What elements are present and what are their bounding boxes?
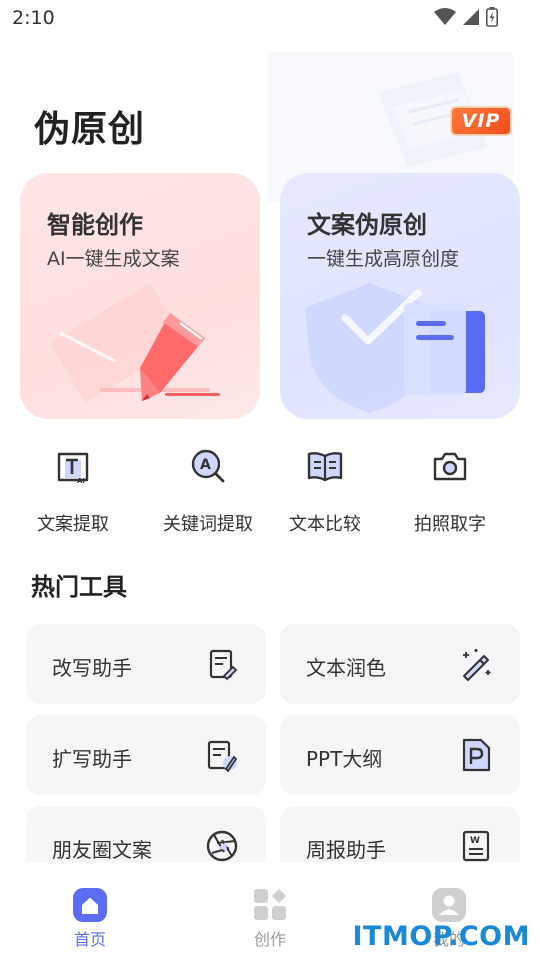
copy-rewrite-card[interactable]: 文案伪原创 一键生成高原创度: [280, 173, 520, 419]
grid-icon: [254, 889, 286, 920]
quick-actions-row: AI 文案提取 A 关键词提取 文本比较 拍照取字: [0, 440, 540, 540]
smart-creation-card[interactable]: 智能创作 AI一键生成文案: [20, 173, 260, 419]
tab-home[interactable]: 首页: [40, 888, 140, 949]
quick-action-label: 文案提取: [37, 514, 109, 535]
camera-icon: [433, 452, 467, 481]
tool-label: 改写助手: [52, 656, 132, 680]
word-doc-icon: W: [462, 830, 490, 862]
quick-action-photo-ocr[interactable]: 拍照取字: [390, 440, 510, 540]
aperture-icon: [206, 830, 238, 862]
svg-text:W: W: [470, 836, 480, 846]
quick-action-label: 关键词提取: [163, 514, 253, 535]
tool-rewrite-assistant[interactable]: 改写助手: [26, 624, 266, 704]
quick-action-text-compare[interactable]: 文本比较: [265, 440, 385, 540]
status-bar: 2:10: [0, 0, 540, 36]
text-ai-icon: AI: [57, 452, 89, 485]
wifi-icon: [434, 8, 456, 25]
tool-label: 文本润色: [306, 656, 386, 680]
tab-label: 创作: [253, 930, 286, 949]
status-icons: [434, 7, 498, 27]
card-title: 智能创作: [47, 211, 143, 239]
status-time: 2:10: [12, 7, 55, 29]
svg-text:A: A: [200, 457, 211, 473]
battery-icon: [486, 7, 498, 27]
quick-action-text-extract[interactable]: AI 文案提取: [13, 440, 133, 540]
vip-badge[interactable]: VIP: [450, 106, 512, 136]
tab-label: 首页: [73, 930, 106, 949]
page-title: 伪原创: [34, 109, 146, 150]
open-book-icon: [307, 452, 343, 482]
tool-text-polish[interactable]: 文本润色: [280, 624, 520, 704]
hot-tools-title: 热门工具: [31, 573, 127, 601]
tab-create[interactable]: 创作: [220, 888, 320, 949]
card-title: 文案伪原创: [307, 211, 427, 239]
tool-expand-assistant[interactable]: 扩写助手: [26, 715, 266, 795]
quick-action-label: 文本比较: [289, 514, 361, 535]
tool-label: PPT大纲: [306, 747, 383, 771]
quick-action-keyword-extract[interactable]: A 关键词提取: [148, 440, 268, 540]
doc-pen-icon: [207, 740, 238, 773]
tool-label: 扩写助手: [52, 747, 132, 771]
card-subtitle: 一键生成高原创度: [307, 248, 460, 270]
card-subtitle: AI一键生成文案: [47, 248, 180, 270]
pencil-illustration-icon: [50, 283, 220, 403]
user-icon: [432, 888, 466, 922]
doc-edit-icon: [209, 649, 238, 681]
keyword-search-icon: A: [191, 449, 225, 483]
tool-ppt-outline[interactable]: PPT大纲: [280, 715, 520, 795]
ppt-file-icon: [462, 738, 491, 772]
shield-document-illustration-icon: [305, 283, 485, 413]
home-icon: [73, 888, 107, 922]
signal-icon: [463, 9, 479, 25]
magic-wand-icon: [463, 649, 491, 681]
site-watermark: ITMOP.COM: [352, 921, 530, 952]
tool-label: 周报助手: [306, 838, 386, 862]
svg-text:AI: AI: [77, 477, 85, 485]
tool-label: 朋友圈文案: [52, 838, 152, 862]
quick-action-label: 拍照取字: [414, 514, 486, 535]
